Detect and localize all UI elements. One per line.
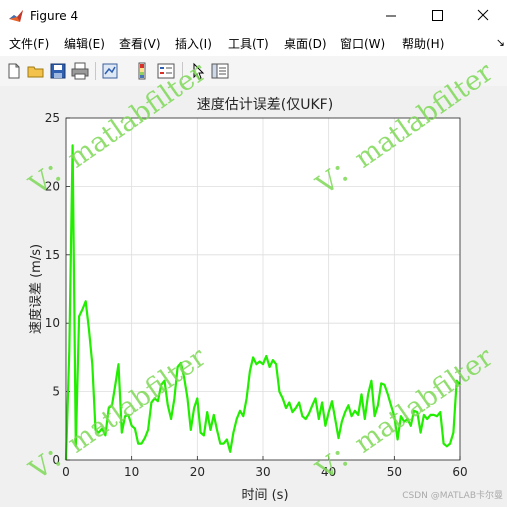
menu-tools[interactable]: 工具(T) [228,36,269,52]
maximize-button[interactable] [414,0,460,32]
chevron-right-icon[interactable]: ↘ [496,36,505,49]
print-icon[interactable] [70,61,90,81]
close-button[interactable] [460,0,506,32]
x-tick-label: 50 [387,465,402,479]
y-axis-label: 速度误差 (m/s) [28,244,44,334]
x-tick-label: 60 [452,465,467,479]
menu-edit[interactable]: 编辑(E) [64,36,105,52]
maximize-icon [432,10,443,21]
window-title: Figure 4 [30,9,79,23]
y-tick-label: 15 [45,248,60,262]
menu-bar: 文件(F) 编辑(E) 查看(V) 插入(I) 工具(T) 桌面(D) 窗口(W… [0,32,507,56]
menu-window[interactable]: 窗口(W) [340,36,385,52]
menu-desktop[interactable]: 桌面(D) [284,36,327,52]
menu-view[interactable]: 查看(V) [119,36,161,52]
figure-window: Figure 4 文件(F) 编辑(E) 查看(V) 插入(I) 工具(T) 桌… [0,0,507,507]
y-tick-label: 5 [52,385,60,399]
link-plot-icon[interactable] [100,61,120,81]
new-figure-icon[interactable] [4,61,24,81]
menu-help[interactable]: 帮助(H) [402,36,444,52]
property-editor-icon[interactable] [210,61,230,81]
menu-file[interactable]: 文件(F) [9,36,49,52]
save-icon[interactable] [48,61,68,81]
minimize-button[interactable] [368,0,414,32]
open-file-icon[interactable] [26,61,46,81]
x-axis-label: 时间 (s) [241,488,288,503]
csdn-credit: CSDN @MATLAB卡尔曼 [402,491,503,501]
y-tick-label: 25 [45,111,60,125]
toolbar-separator [95,62,96,80]
close-icon [477,9,489,21]
menu-insert[interactable]: 插入(I) [175,36,212,52]
y-tick-label: 10 [45,316,60,330]
x-tick-label: 30 [255,465,270,479]
minimize-icon [386,15,396,17]
x-tick-label: 20 [190,465,205,479]
title-bar: Figure 4 [0,0,507,32]
x-tick-label: 10 [124,465,139,479]
matlab-logo-icon [9,10,23,22]
chart-title: 速度估计误差(仅UKF) [197,97,333,113]
